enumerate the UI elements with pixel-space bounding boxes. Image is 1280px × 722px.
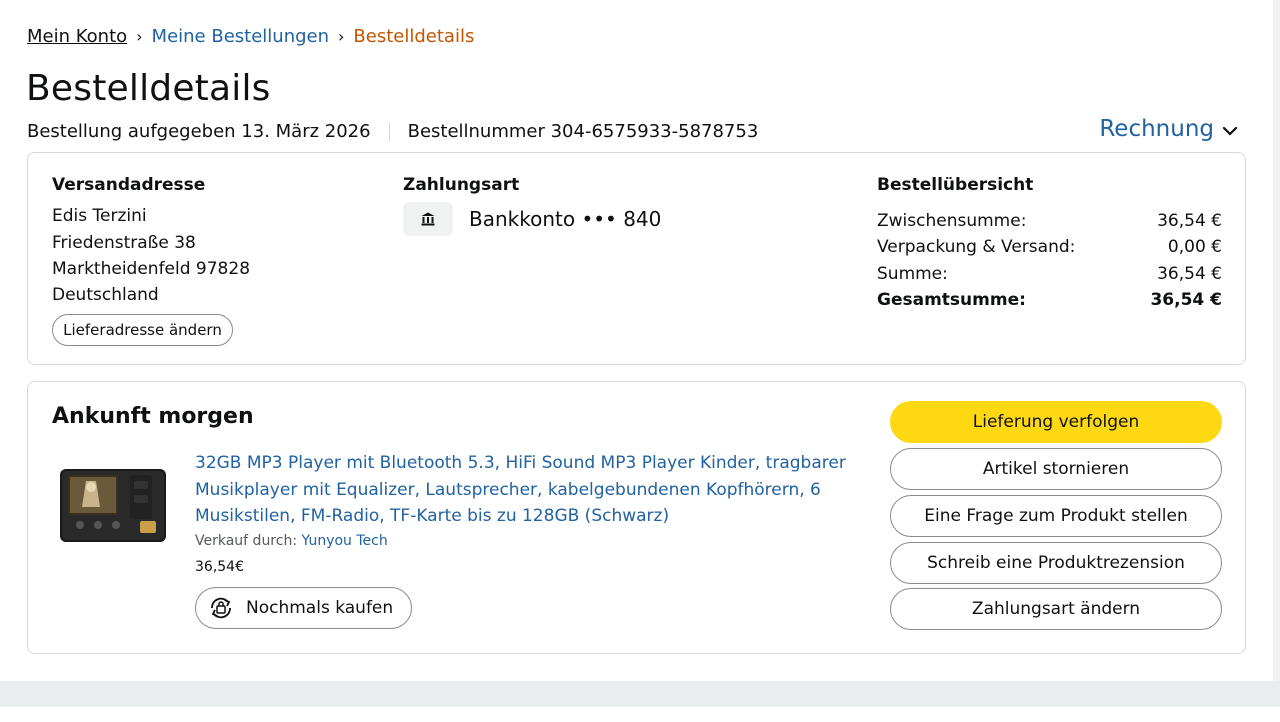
bank-icon	[403, 202, 453, 236]
cancel-item-button[interactable]: Artikel stornieren	[890, 448, 1222, 490]
summary-label: Zwischensumme:	[877, 211, 1027, 231]
breadcrumb-my-orders[interactable]: Meine Bestellungen	[152, 26, 329, 47]
summary-total-row: Gesamtsumme: 36,54 €	[877, 290, 1222, 310]
page-footer-divider	[0, 681, 1280, 707]
address-city: Marktheidenfeld 97828	[52, 259, 251, 279]
write-review-button[interactable]: Schreib eine Produktrezension	[890, 542, 1222, 584]
seller-info: Verkauf durch: Yunyou Tech	[195, 533, 388, 549]
summary-subtotal-row: Zwischensumme: 36,54 €	[877, 211, 1222, 231]
arrival-status: Ankunft morgen	[52, 404, 254, 429]
payment-heading: Zahlungsart	[403, 175, 520, 195]
summary-value: 36,54 €	[1150, 290, 1222, 310]
breadcrumb-separator: ›	[338, 27, 345, 46]
order-info-card: Versandadresse Edis Terzini Friedenstraß…	[27, 152, 1246, 365]
change-address-button[interactable]: Lieferadresse ändern	[52, 314, 233, 346]
ask-question-button[interactable]: Eine Frage zum Produkt stellen	[890, 495, 1222, 537]
summary-heading: Bestellübersicht	[877, 175, 1034, 195]
summary-label: Summe:	[877, 264, 948, 284]
chevron-down-icon	[1222, 126, 1238, 136]
summary-shipping-row: Verpackung & Versand: 0,00 €	[877, 237, 1222, 257]
scrollbar-track[interactable]	[1273, 0, 1280, 681]
page-title: Bestelldetails	[26, 68, 271, 109]
buy-again-button[interactable]: Nochmals kaufen	[195, 587, 412, 629]
order-placed-date: Bestellung aufgegeben 13. März 2026	[27, 121, 371, 142]
address-street: Friedenstraße 38	[52, 233, 196, 253]
product-title-link[interactable]: 32GB MP3 Player mit Bluetooth 5.3, HiFi …	[195, 450, 855, 530]
breadcrumb: Mein Konto › Meine Bestellungen › Bestel…	[27, 26, 474, 47]
shipment-card: Ankunft morgen 32GB MP3 Player mit Bluet…	[27, 381, 1246, 654]
change-payment-button[interactable]: Zahlungsart ändern	[890, 588, 1222, 630]
seller-link[interactable]: Yunyou Tech	[302, 533, 388, 549]
breadcrumb-my-account[interactable]: Mein Konto	[27, 26, 127, 47]
rebuy-icon	[211, 597, 231, 619]
product-price: 36,54€	[195, 559, 244, 575]
invoice-label: Rechnung	[1099, 116, 1214, 142]
summary-value: 36,54 €	[1157, 211, 1222, 231]
meta-divider	[388, 121, 390, 142]
shipping-heading: Versandadresse	[52, 175, 206, 195]
summary-sum-row: Summe: 36,54 €	[877, 264, 1222, 284]
next-section-top	[0, 707, 1280, 722]
address-name: Edis Terzini	[52, 206, 147, 226]
summary-value: 36,54 €	[1157, 264, 1222, 284]
payment-method: Bankkonto ••• 840	[469, 207, 662, 231]
address-country: Deutschland	[52, 285, 159, 305]
order-meta: Bestellung aufgegeben 13. März 2026 Best…	[27, 121, 758, 142]
invoice-dropdown[interactable]: Rechnung	[1099, 116, 1238, 142]
seller-prefix: Verkauf durch:	[195, 533, 298, 549]
breadcrumb-order-details: Bestelldetails	[353, 26, 475, 47]
buy-again-label: Nochmals kaufen	[246, 598, 394, 618]
breadcrumb-separator: ›	[136, 27, 143, 46]
summary-label: Gesamtsumme:	[877, 290, 1026, 310]
summary-label: Verpackung & Versand:	[877, 237, 1076, 257]
order-details-page: Mein Konto › Meine Bestellungen › Bestel…	[0, 0, 1273, 681]
track-delivery-button[interactable]: Lieferung verfolgen	[890, 401, 1222, 443]
product-image[interactable]	[58, 467, 168, 544]
summary-value: 0,00 €	[1167, 237, 1222, 257]
order-number: Bestellnummer 304-6575933-5878753	[407, 121, 759, 142]
